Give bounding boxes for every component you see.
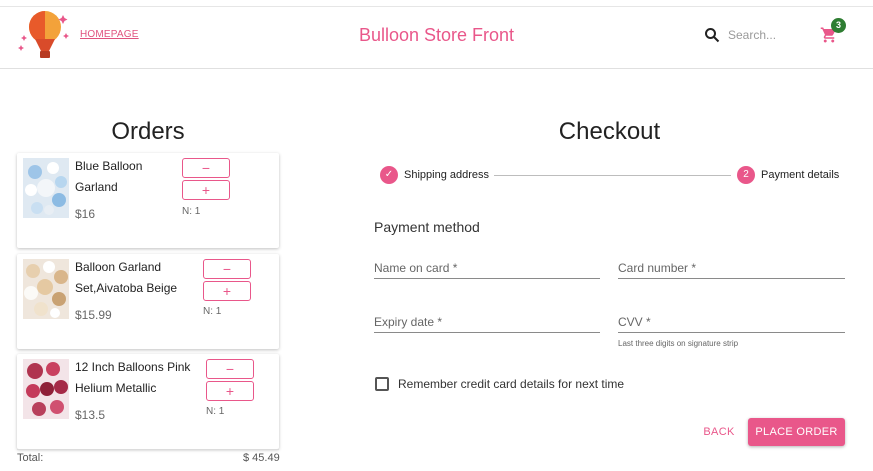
step-label-shipping: Shipping address <box>404 169 490 181</box>
increase-quantity-button[interactable]: + <box>182 180 230 200</box>
total-label: Total: <box>17 452 44 464</box>
product-name-line: Helium Metallic <box>75 381 157 395</box>
expiry-date-underline <box>374 332 600 333</box>
product-price: $15.99 <box>75 308 112 322</box>
increase-quantity-button[interactable]: + <box>206 381 254 401</box>
product-image-pink-balloons <box>23 359 69 419</box>
step-label-payment: Payment details <box>761 169 840 181</box>
quantity-label: N: 1 <box>203 306 222 317</box>
place-order-button[interactable]: PLACE ORDER <box>748 418 845 446</box>
orders-title: Orders <box>111 118 185 145</box>
total-divider <box>17 449 279 450</box>
search-icon[interactable] <box>704 27 720 43</box>
product-name-line: Balloon Garland <box>75 260 162 274</box>
stepper-connector <box>494 175 731 176</box>
app-header: HOMEPAGE Bulloon Store Front 3 <box>0 7 873 69</box>
expiry-date-field[interactable]: Expiry date * <box>374 315 442 329</box>
order-item: Blue Balloon Garland $16 − + N: 1 <box>17 153 279 248</box>
quantity-label: N: 1 <box>182 206 201 217</box>
product-image-beige-garland <box>23 259 69 319</box>
product-price: $13.5 <box>75 408 106 422</box>
total-value: $ 45.49 <box>243 452 280 464</box>
quantity-label: N: 1 <box>206 406 225 417</box>
payment-method-heading: Payment method <box>374 219 480 235</box>
name-on-card-field[interactable]: Name on card * <box>374 261 457 275</box>
card-number-field[interactable]: Card number * <box>618 261 696 275</box>
order-item: Balloon Garland Set,Aivatoba Beige $15.9… <box>17 254 279 349</box>
decrease-quantity-button[interactable]: − <box>203 259 251 279</box>
product-name: Blue Balloon Garland <box>75 156 195 198</box>
product-name-line: 12 Inch Balloons Pink <box>75 360 191 374</box>
step-number-2-icon: 2 <box>737 166 755 184</box>
step-completed-check-icon: ✓ <box>380 166 398 184</box>
product-name-line: Garland <box>75 180 118 194</box>
remember-card-label[interactable]: Remember credit card details for next ti… <box>398 377 624 391</box>
product-price: $16 <box>75 207 96 221</box>
cvv-field[interactable]: CVV * <box>618 315 651 329</box>
remember-card-checkbox[interactable] <box>375 377 389 391</box>
product-name-line: Set,Aivatoba Beige <box>75 281 178 295</box>
name-on-card-underline <box>374 278 600 279</box>
search-input[interactable] <box>726 25 796 45</box>
checkout-title: Checkout <box>558 118 661 145</box>
back-button[interactable]: BACK <box>697 421 741 443</box>
product-image-blue-garland <box>23 158 69 218</box>
cart-count-badge: 3 <box>831 18 846 33</box>
order-item: 12 Inch Balloons Pink Helium Metallic $1… <box>17 354 279 449</box>
decrease-quantity-button[interactable]: − <box>182 158 230 178</box>
cvv-underline <box>618 332 845 333</box>
increase-quantity-button[interactable]: + <box>203 281 251 301</box>
product-name-line: Blue Balloon <box>75 159 143 173</box>
product-name: Balloon Garland Set,Aivatoba Beige <box>75 257 210 299</box>
decrease-quantity-button[interactable]: − <box>206 359 254 379</box>
product-name: 12 Inch Balloons Pink Helium Metallic <box>75 357 215 399</box>
cvv-helper-text: Last three digits on signature strip <box>618 339 739 348</box>
card-number-underline <box>618 278 845 279</box>
